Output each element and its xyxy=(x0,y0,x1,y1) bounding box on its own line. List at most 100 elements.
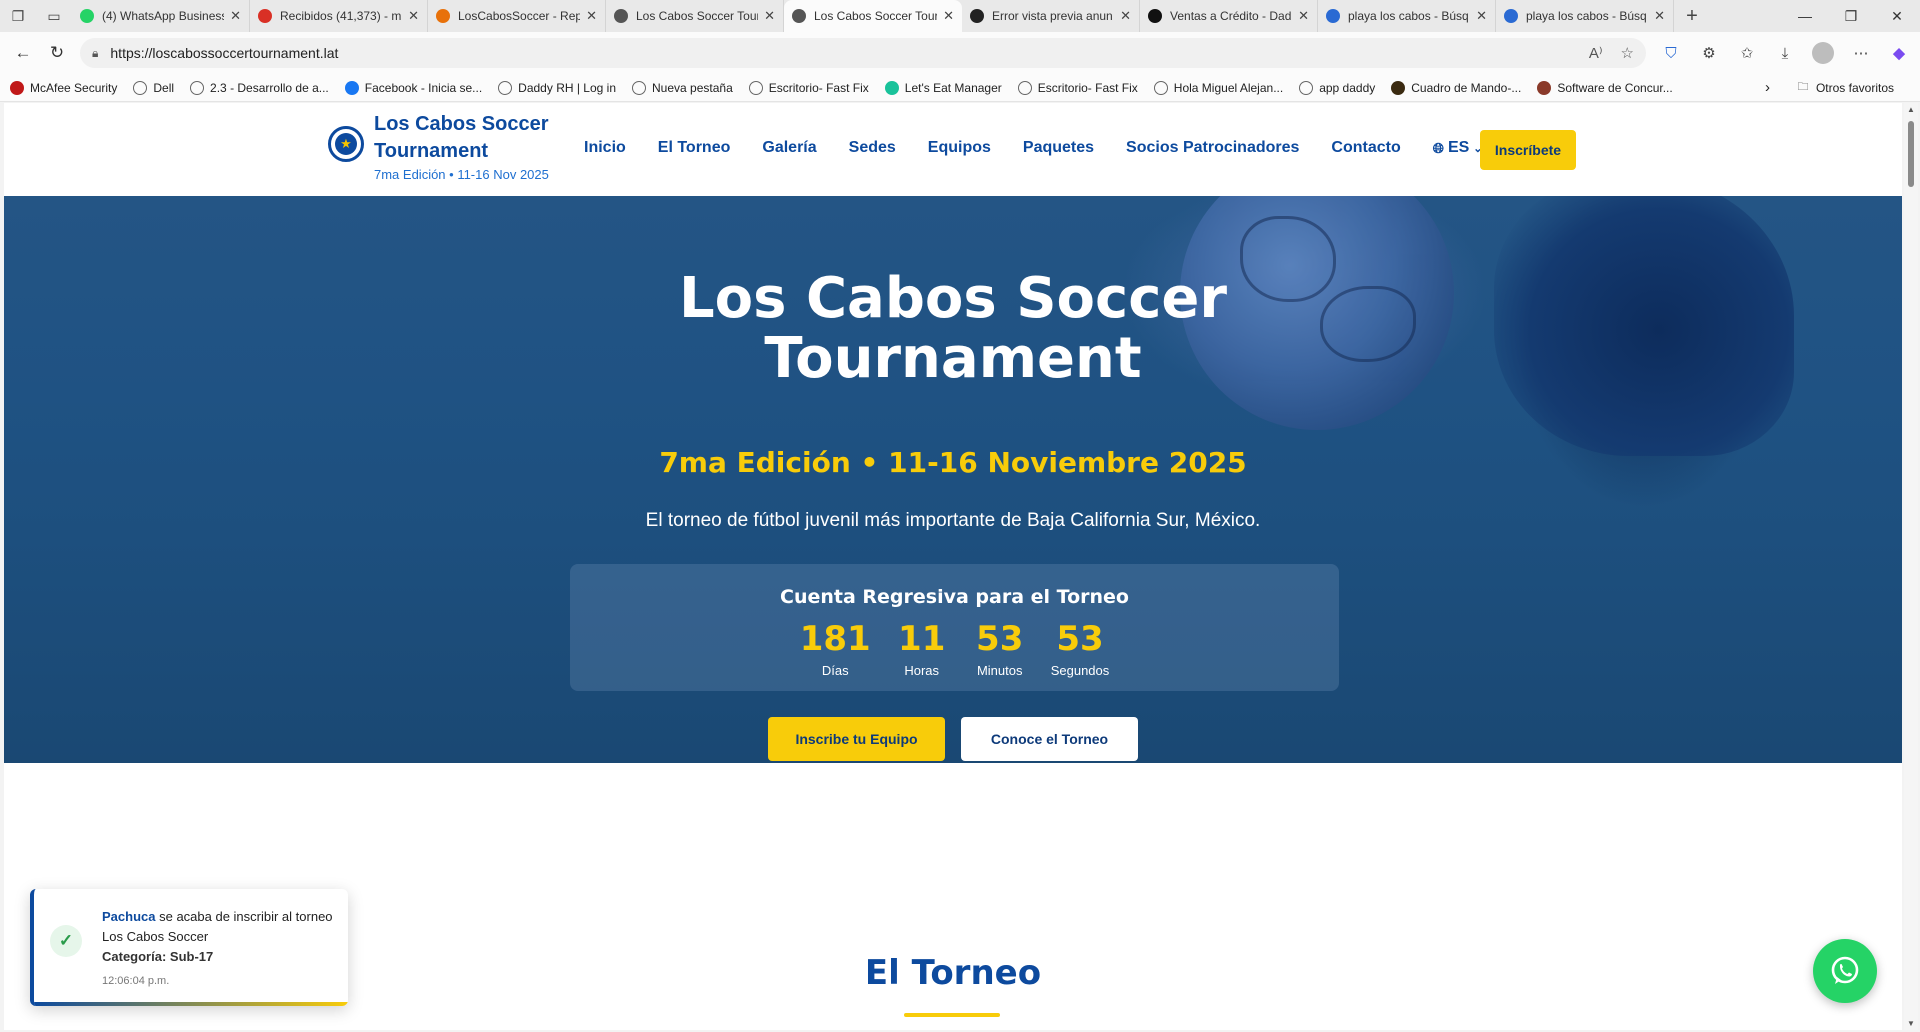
profile-avatar[interactable] xyxy=(1808,38,1838,68)
site-logo[interactable]: ★ Los Cabos Soccer Tournament 7ma Edició… xyxy=(328,111,574,182)
nav-link-inicio[interactable]: Inicio xyxy=(584,139,626,157)
workspaces-icon[interactable]: ❐ xyxy=(0,0,36,32)
section-underline xyxy=(904,1013,1000,1017)
bookmark-item[interactable]: Facebook - Inicia se... xyxy=(344,80,483,95)
more-menu-icon[interactable]: ⋯ xyxy=(1846,38,1876,68)
bookmark-item[interactable]: McAfee Security xyxy=(10,80,117,95)
bookmark-label: Escritorio- Fast Fix xyxy=(768,80,869,95)
check-icon: ✓ xyxy=(50,925,82,957)
browser-tab[interactable]: Los Cabos Soccer Tour ✕ xyxy=(606,0,784,32)
countdown-title: Cuenta Regresiva para el Torneo xyxy=(780,586,1129,608)
tab-actions-icon[interactable]: ▭ xyxy=(36,0,72,32)
nav-link-paquetes[interactable]: Paquetes xyxy=(1023,139,1094,157)
tab-title: LosCabosSoccer - Rep xyxy=(458,9,581,23)
close-tab-icon[interactable]: ✕ xyxy=(230,8,241,24)
page-viewport: ★ Los Cabos Soccer Tournament 7ma Edició… xyxy=(4,103,1902,1030)
site-info-icon[interactable]: 🔒︎ xyxy=(92,46,98,61)
close-tab-icon[interactable]: ✕ xyxy=(1476,8,1487,24)
bookmark-item[interactable]: Cuadro de Mando-... xyxy=(1391,80,1522,95)
mcafee-icon xyxy=(10,80,24,95)
browser-tab[interactable]: LosCabosSoccer - Rep ✕ xyxy=(428,0,606,32)
countdown-seconds: 53 Segundos xyxy=(1050,619,1110,678)
bookmark-label: Cuadro de Mando-... xyxy=(1411,80,1522,95)
trophy-logo-icon: ★ xyxy=(328,125,364,162)
browser-tab[interactable]: playa los cabos - Búsq ✕ xyxy=(1318,0,1496,32)
language-selector[interactable]: 🌐︎ ES ⌄ xyxy=(1433,139,1483,157)
browser-tab[interactable]: (4) WhatsApp Business ✕ xyxy=(72,0,250,32)
close-tab-icon[interactable]: ✕ xyxy=(408,8,419,24)
logo-edition: 7ma Edición • 11-16 Nov 2025 xyxy=(374,167,549,182)
favorites-icon[interactable]: ✩ xyxy=(1732,38,1762,68)
nav-link-sedes[interactable]: Sedes xyxy=(849,139,896,157)
bookmark-other-favorites[interactable]: 🗀︎ Otros favoritos xyxy=(1796,81,1894,95)
chevron-right-icon[interactable]: › xyxy=(1765,79,1770,96)
hero-section: Los Cabos Soccer Tournament 7ma Edición … xyxy=(4,196,1902,763)
browser-tab[interactable]: playa los cabos - Búsq ✕ xyxy=(1496,0,1674,32)
globe-icon xyxy=(614,9,628,23)
bookmark-item[interactable]: Let's Eat Manager xyxy=(884,80,1002,95)
register-team-button[interactable]: Inscribe tu Equipo xyxy=(768,717,945,761)
scroll-down-icon[interactable]: ▼ xyxy=(1907,1019,1915,1028)
registration-toast[interactable]: ✓ Pachuca se acaba de inscribir al torne… xyxy=(30,889,348,1006)
sheets-icon xyxy=(436,9,450,23)
page-scrollbar[interactable]: ▲ ▼ xyxy=(1904,103,1918,1030)
close-tab-icon[interactable]: ✕ xyxy=(586,8,597,24)
bookmark-item[interactable]: Dell xyxy=(133,80,174,95)
copilot-icon[interactable]: ◆ xyxy=(1884,38,1914,68)
hero-description: El torneo de fútbol juvenil más importan… xyxy=(645,510,1261,531)
bookmark-item[interactable]: Escritorio- Fast Fix xyxy=(1017,80,1138,95)
nav-link-equipos[interactable]: Equipos xyxy=(928,139,991,157)
scrollbar-thumb[interactable] xyxy=(1908,121,1914,187)
bookmark-item[interactable]: 2.3 - Desarrollo de a... xyxy=(190,80,329,95)
browser-tab[interactable]: Los Cabos Soccer Tour ✕ xyxy=(784,0,962,32)
browser-tab[interactable]: Ventas a Crédito - Dad ✕ xyxy=(1140,0,1318,32)
extensions-icon[interactable]: ⚙ xyxy=(1694,38,1724,68)
bookmark-item[interactable]: Hola Miguel Alejan... xyxy=(1153,80,1283,95)
bookmark-item[interactable]: Escritorio- Fast Fix xyxy=(748,80,869,95)
whatsapp-button[interactable] xyxy=(1813,939,1877,1003)
browser-tab[interactable]: Recibidos (41,373) - m ✕ xyxy=(250,0,428,32)
close-tab-icon[interactable]: ✕ xyxy=(1654,8,1665,24)
countdown-minutes: 53 Minutos xyxy=(976,619,1024,678)
bookmark-item[interactable]: Nueva pestaña xyxy=(632,80,733,95)
minimize-icon[interactable]: — xyxy=(1782,0,1828,32)
site-header: ★ Los Cabos Soccer Tournament 7ma Edició… xyxy=(4,103,1902,196)
close-tab-icon[interactable]: ✕ xyxy=(1298,8,1309,24)
nav-link-galería[interactable]: Galería xyxy=(762,139,816,157)
notion-icon xyxy=(1148,9,1162,23)
software-icon xyxy=(1537,80,1552,95)
nav-link-el-torneo[interactable]: El Torneo xyxy=(658,139,731,157)
restore-icon[interactable]: ❐ xyxy=(1828,0,1874,32)
url-text: https://loscabossoccertournament.lat xyxy=(110,45,339,61)
gmail-icon xyxy=(258,9,272,23)
close-tab-icon[interactable]: ✕ xyxy=(943,8,954,24)
bookmark-label: Software de Concur... xyxy=(1557,80,1673,95)
nav-link-socios-patrocinadores[interactable]: Socios Patrocinadores xyxy=(1126,139,1299,157)
bookmark-item[interactable]: Software de Concur... xyxy=(1537,80,1673,95)
tab-title: playa los cabos - Búsq xyxy=(1348,9,1469,23)
browser-tab[interactable]: Error vista previa anun ✕ xyxy=(962,0,1140,32)
new-tab-button[interactable]: + xyxy=(1674,0,1710,32)
bookmark-item[interactable]: Daddy RH | Log in xyxy=(498,80,616,95)
shield-extension-icon[interactable]: ⛉ xyxy=(1656,38,1686,68)
read-aloud-icon[interactable]: A⁾ xyxy=(1589,44,1603,62)
bookmark-label: Facebook - Inicia se... xyxy=(364,80,483,95)
close-tab-icon[interactable]: ✕ xyxy=(1120,8,1131,24)
bookmark-item[interactable]: app daddy xyxy=(1299,80,1375,95)
back-icon[interactable]: ← xyxy=(6,36,40,70)
reload-icon[interactable]: ↻ xyxy=(40,36,74,70)
countdown-hours: 11 Horas xyxy=(898,619,946,678)
nav-link-contacto[interactable]: Contacto xyxy=(1331,139,1400,157)
downloads-icon[interactable]: ⤓ xyxy=(1770,38,1800,68)
toast-team: Pachuca xyxy=(102,909,156,924)
favorite-star-icon[interactable]: ☆ xyxy=(1621,44,1634,62)
register-button[interactable]: Inscríbete xyxy=(1480,130,1576,170)
scroll-up-icon[interactable]: ▲ xyxy=(1907,105,1915,114)
url-field[interactable]: 🔒︎ https://loscabossoccertournament.lat … xyxy=(80,38,1646,68)
toast-category: Categoría: Sub-17 xyxy=(102,949,214,964)
learn-tournament-button[interactable]: Conoce el Torneo xyxy=(961,717,1138,761)
close-tab-icon[interactable]: ✕ xyxy=(764,8,775,24)
whatsapp-icon xyxy=(1831,956,1859,984)
close-window-icon[interactable]: ✕ xyxy=(1874,0,1920,32)
bookmarks-bar: McAfee Security Dell 2.3 - Desarrollo de a… xyxy=(0,74,1920,102)
